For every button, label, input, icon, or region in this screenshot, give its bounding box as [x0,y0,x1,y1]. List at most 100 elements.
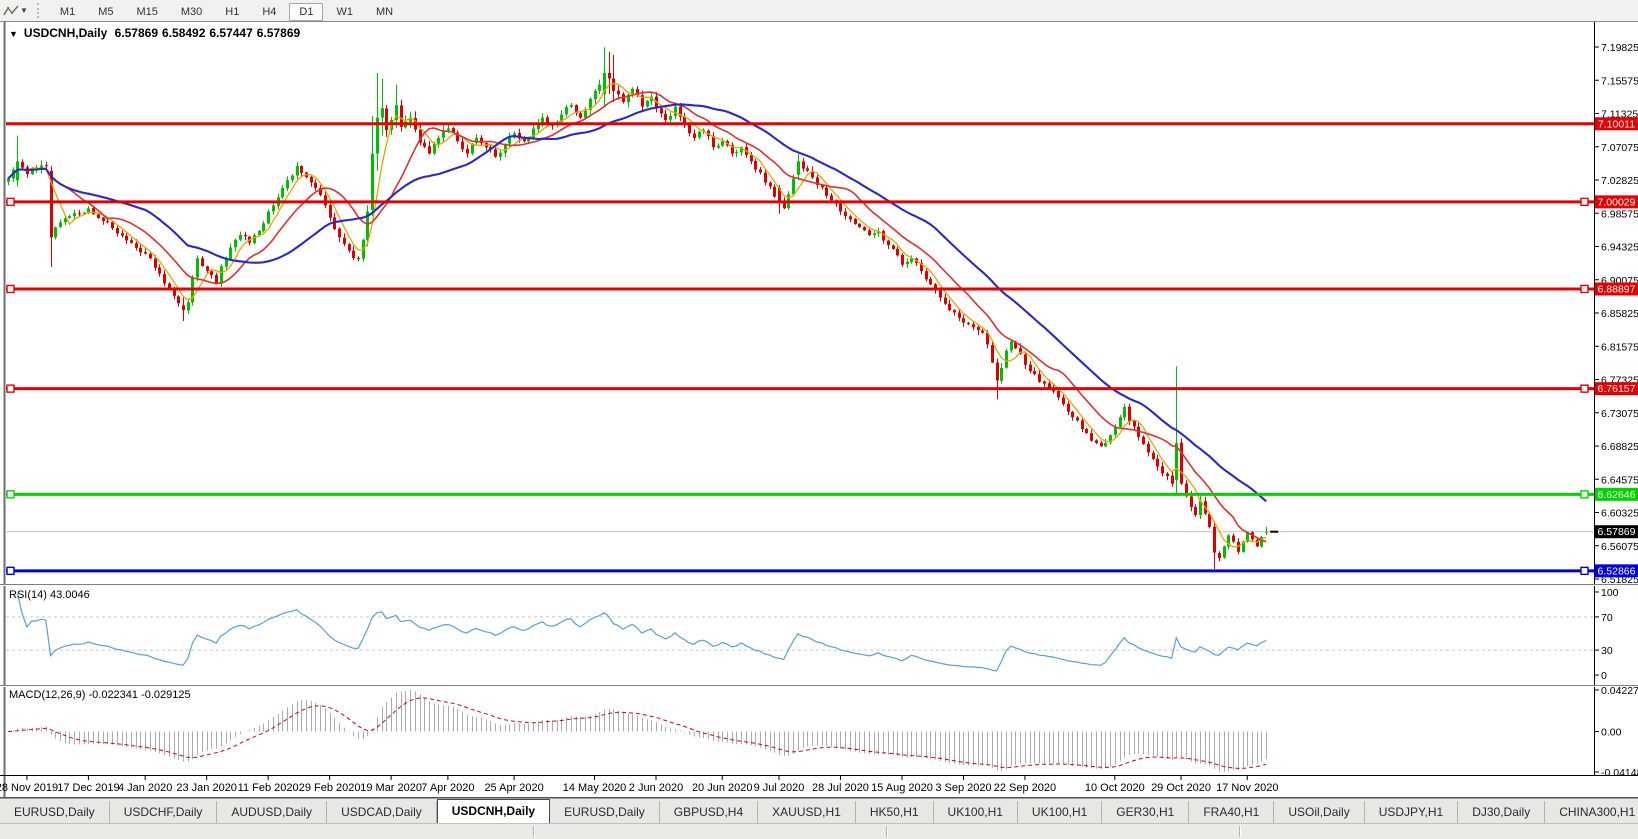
date-label: 15 Aug 2020 [871,782,933,794]
hline-handle [1581,567,1588,574]
chart-menu-icon[interactable]: ▼ [9,29,18,39]
tab-china300-h1-16[interactable]: CHINA300,H1 [1545,801,1638,824]
price-tick-label: 6.64575 [1601,474,1638,486]
tab-fra40-h1-12[interactable]: FRA40,H1 [1189,801,1274,824]
tab-xauusd-h1-7[interactable]: XAUUSD,H1 [758,801,856,824]
tab-usdjpy-h1-14[interactable]: USDJPY,H1 [1365,801,1458,824]
mid-ma [8,92,1266,541]
rsi-value: 43.0046 [50,589,90,601]
price-level-box-label: 6.88897 [1598,283,1636,295]
price-level-box-label: 7.00029 [1598,196,1636,208]
tab-usdcnh-daily-4[interactable]: USDCNH,Daily [437,799,550,824]
rsi-name: RSI(14) [9,589,47,601]
tab-gbpusd-h4-6[interactable]: GBPUSD,H4 [660,801,758,824]
rsi-label: RSI(14) 43.0046 [9,589,90,601]
chart-canvas[interactable]: 7.198257.155757.113257.070757.028256.985… [0,0,1638,838]
date-label: 29 Feb 2020 [299,782,361,794]
hline-handle [7,198,14,205]
date-label: 28 Jul 2020 [812,782,869,794]
hline-handle [1581,285,1588,292]
hline-handle [7,491,14,498]
price-tick-label: 6.60325 [1601,508,1638,520]
terminal-window: { "toolbar": { "chart_tool_icon": "zigza… [0,0,1638,838]
date-label: 10 Oct 2020 [1085,782,1145,794]
tab-dj30-daily-15[interactable]: DJ30,Daily [1458,801,1545,824]
price-tick-label: 6.56075 [1601,541,1638,553]
date-label: 2 Jun 2020 [629,782,683,794]
price-level-box-label: 6.57869 [1598,526,1636,538]
price-tick-label: 6.94325 [1601,242,1638,254]
symbol-tabbar: EURUSD,DailyUSDCHF,DailyAUDUSD,DailyUSDC… [0,798,1638,824]
status-divider [1239,826,1241,837]
price-tick-label: 7.07075 [1601,142,1638,154]
tab-hk50-h1-8[interactable]: HK50,H1 [856,801,934,824]
date-label: 11 Feb 2020 [238,782,299,794]
high-value: 6.58492 [162,26,205,40]
date-label: 28 Nov 2019 [0,782,58,794]
price-level-box-label: 7.10011 [1598,118,1635,130]
tab-ger30-h1-11[interactable]: GER30,H1 [1102,801,1189,824]
slow-ma [8,104,1266,501]
low-value: 6.57447 [209,26,252,40]
candles [7,47,1268,569]
fast-ma [8,84,1266,547]
hline-handle [1581,385,1588,392]
date-label: 29 Oct 2020 [1151,782,1211,794]
hline-handle [7,385,14,392]
date-label: 14 May 2020 [563,782,627,794]
hline-handle [1581,198,1588,205]
tab-audusd-daily-2[interactable]: AUDUSD,Daily [217,801,327,824]
price-tick-label: 6.98575 [1601,208,1638,220]
macd-label: MACD(12,26,9) -0.022341 -0.029125 [9,689,191,701]
tab-usdchf-daily-1[interactable]: USDCHF,Daily [110,801,218,824]
macd-axis-label: 0.00 [1601,727,1622,739]
tab-usoil-daily-13[interactable]: USOil,Daily [1274,801,1364,824]
date-label: 23 Jan 2020 [176,782,237,794]
macd-axis-label: 0.042275 [1601,685,1638,697]
rsi-axis-label: 70 [1601,612,1613,624]
price-tick-label: 7.15575 [1601,75,1638,87]
date-label: 25 Apr 2020 [484,782,543,794]
rsi-axis-label: 0 [1601,670,1607,682]
date-label: 4 Jan 2020 [118,782,172,794]
price-level-box-label: 6.62646 [1598,489,1636,501]
tab-usdcad-daily-3[interactable]: USDCAD,Daily [327,801,437,824]
status-divider [886,826,888,837]
date-label: 3 Sep 2020 [935,782,991,794]
last-price-marker [1270,531,1278,533]
price-tick-label: 6.85825 [1601,308,1638,320]
tabs-holder: EURUSD,DailyUSDCHF,DailyAUDUSD,DailyUSDC… [0,799,1638,824]
chart-title: ▼USDCNH,Daily 6.578696.584926.574476.578… [9,26,304,40]
macd-name: MACD(12,26,9) [9,689,85,701]
status-bar [0,823,1638,839]
date-label: 7 Apr 2020 [421,782,474,794]
hline-handle [7,285,14,292]
price-tick-label: 6.73075 [1601,408,1638,420]
price-level-box-label: 6.52866 [1598,565,1636,577]
macd-axis-label: -0.04148 [1601,767,1638,779]
date-label: 19 Mar 2020 [360,782,422,794]
date-label: 17 Nov 2020 [1216,782,1278,794]
tab-uk100-h1-10[interactable]: UK100,H1 [1018,801,1102,824]
hline-handle [1581,491,1588,498]
rsi-axis-label: 100 [1601,587,1619,599]
hline-handle [7,567,14,574]
macd-histogram [9,690,1267,772]
rsi-line [18,594,1267,671]
close-value: 6.57869 [257,26,300,40]
price-level-box-label: 6.76157 [1598,383,1636,395]
price-tick-label: 6.68825 [1601,441,1638,453]
date-label: 20 Jun 2020 [692,782,753,794]
price-tick-label: 6.81575 [1601,341,1638,353]
tab-eurusd-daily-5[interactable]: EURUSD,Daily [550,801,660,824]
status-divider [533,826,535,837]
date-label: 17 Dec 2019 [57,782,119,794]
open-value: 6.57869 [115,26,158,40]
date-label: 22 Sep 2020 [994,782,1056,794]
rsi-axis-label: 30 [1601,645,1613,657]
macd-values: -0.022341 -0.029125 [88,689,190,701]
tab-eurusd-daily-0[interactable]: EURUSD,Daily [0,801,110,824]
price-tick-label: 7.19825 [1601,42,1638,54]
date-label: 9 Jul 2020 [754,782,805,794]
tab-uk100-h1-9[interactable]: UK100,H1 [934,801,1018,824]
